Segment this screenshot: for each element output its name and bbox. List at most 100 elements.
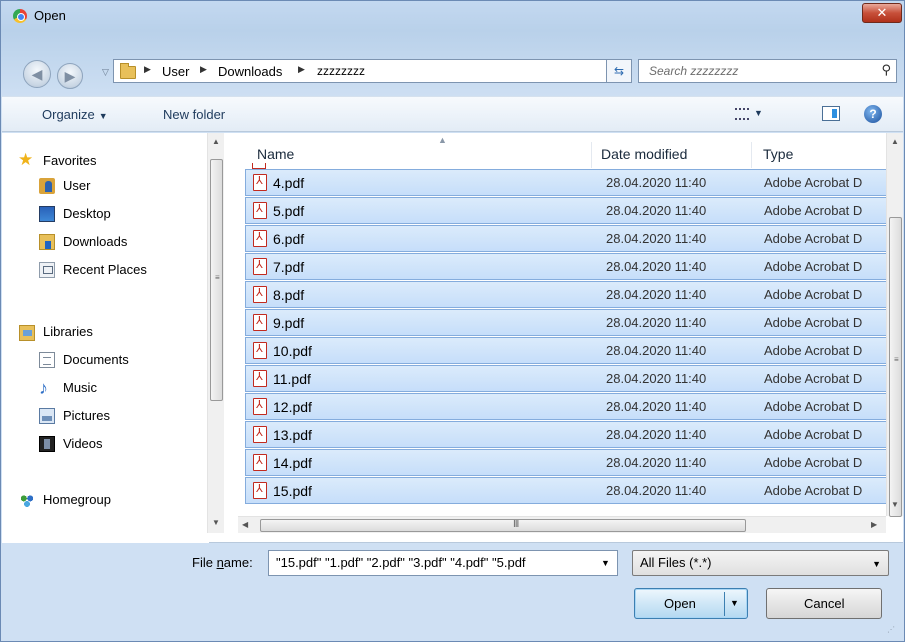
file-row[interactable]: 9.pdf 28.04.2020 11:40 Adobe Acrobat D — [245, 309, 890, 336]
chrome-icon — [13, 9, 27, 23]
nav-item-desktop[interactable]: Desktop — [2, 203, 207, 225]
open-label: Open — [664, 596, 696, 611]
nav-item-favorites[interactable]: ★ Favorites — [2, 150, 207, 172]
pdf-icon — [253, 342, 267, 359]
new-folder-button[interactable]: New folder — [163, 107, 225, 122]
file-list-vertical-scrollbar[interactable]: ▲ ≡ ▼ — [886, 133, 903, 517]
file-row[interactable]: 8.pdf 28.04.2020 11:40 Adobe Acrobat D — [245, 281, 890, 308]
breadcrumb-user[interactable]: User — [162, 64, 189, 79]
nav-scrollbar[interactable]: ▲ ≡ ▼ — [207, 133, 224, 533]
recent-places-icon — [39, 262, 55, 278]
search-icon[interactable]: ⚲ — [881, 62, 891, 78]
pdf-icon — [253, 174, 267, 191]
file-type: Adobe Acrobat D — [764, 427, 863, 442]
breadcrumb-separator[interactable]: ▶ — [298, 64, 305, 75]
view-icon[interactable] — [735, 108, 749, 120]
nav-item-homegroup[interactable]: Homegroup — [2, 489, 207, 511]
file-row[interactable]: 14.pdf 28.04.2020 11:40 Adobe Acrobat D — [245, 449, 890, 476]
nav-item-downloads[interactable]: Downloads — [2, 231, 207, 253]
file-row[interactable]: 11.pdf 28.04.2020 11:40 Adobe Acrobat D — [245, 365, 890, 392]
libraries-icon — [19, 325, 35, 341]
file-name-dropdown-icon[interactable]: ▼ — [601, 558, 610, 568]
scroll-left-icon[interactable]: ◀ — [242, 520, 248, 529]
nav-item-recent-places[interactable]: Recent Places — [2, 259, 207, 281]
file-row[interactable]: 10.pdf 28.04.2020 11:40 Adobe Acrobat D — [245, 337, 890, 364]
column-type[interactable]: Type — [763, 146, 793, 162]
nav-item-videos[interactable]: Videos — [2, 433, 207, 455]
scroll-right-icon[interactable]: ▶ — [871, 520, 877, 529]
file-date-modified: 28.04.2020 11:40 — [606, 483, 707, 498]
close-button[interactable]: ✕ — [862, 3, 902, 23]
preview-pane-icon[interactable] — [822, 106, 840, 121]
refresh-button[interactable]: ⇆ — [606, 59, 632, 83]
file-row[interactable]: 4.pdf 28.04.2020 11:40 Adobe Acrobat D — [245, 169, 890, 196]
breadcrumb-downloads[interactable]: Downloads — [218, 64, 282, 79]
file-type-select[interactable]: All Files (*.*) ▼ — [632, 550, 889, 576]
file-type: Adobe Acrobat D — [764, 287, 863, 302]
recent-locations-dropdown[interactable]: ▽ — [102, 67, 109, 78]
file-row[interactable]: 6.pdf 28.04.2020 11:40 Adobe Acrobat D — [245, 225, 890, 252]
column-date-modified[interactable]: Date modified — [601, 146, 687, 162]
file-list-horizontal-scrollbar[interactable]: ◀ III ▶ — [238, 516, 886, 533]
user-folder-icon — [39, 178, 55, 194]
file-name: 10.pdf — [273, 343, 312, 359]
breadcrumb-separator[interactable]: ▶ — [144, 64, 151, 75]
nav-item-libraries[interactable]: Libraries — [2, 321, 207, 343]
breadcrumb-current-folder[interactable]: zzzzzzzz — [317, 64, 365, 78]
file-name: 5.pdf — [273, 203, 305, 219]
open-button[interactable]: Open ▼ — [634, 588, 748, 619]
navigation-pane: ★ Favorites User Desktop Downloads Recen… — [2, 133, 224, 543]
folder-icon — [120, 63, 136, 79]
nav-label: Libraries — [43, 324, 93, 339]
file-row[interactable]: 15.pdf 28.04.2020 11:40 Adobe Acrobat D — [245, 477, 890, 504]
scroll-thumb[interactable]: ≡ — [210, 159, 223, 401]
view-dropdown-icon[interactable]: ▼ — [754, 108, 763, 118]
scroll-down-icon[interactable]: ▼ — [212, 518, 220, 527]
browser-area: ★ Favorites User Desktop Downloads Recen… — [2, 133, 903, 543]
nav-item-pictures[interactable]: Pictures — [2, 405, 207, 427]
file-date-modified: 28.04.2020 11:40 — [606, 259, 707, 274]
file-type: Adobe Acrobat D — [764, 175, 863, 190]
file-row[interactable]: 12.pdf 28.04.2020 11:40 Adobe Acrobat D — [245, 393, 890, 420]
pdf-icon — [253, 230, 267, 247]
organize-button[interactable]: Organize ▼ — [42, 107, 108, 122]
nav-item-user[interactable]: User — [2, 175, 207, 197]
file-name-label: File name: — [192, 555, 253, 570]
cancel-button[interactable]: Cancel — [766, 588, 882, 619]
open-options-icon[interactable]: ▼ — [730, 598, 739, 608]
column-name[interactable]: Name — [257, 146, 294, 162]
pdf-icon — [253, 454, 267, 471]
scroll-up-icon[interactable]: ▲ — [891, 137, 899, 146]
nav-item-documents[interactable]: Documents — [2, 349, 207, 371]
nav-label: Favorites — [43, 153, 97, 168]
forward-icon: ▶ — [64, 68, 76, 84]
file-row[interactable]: 13.pdf 28.04.2020 11:40 Adobe Acrobat D — [245, 421, 890, 448]
scroll-thumb[interactable]: III — [260, 519, 746, 532]
file-row[interactable]: 7.pdf 28.04.2020 11:40 Adobe Acrobat D — [245, 253, 890, 280]
forward-button[interactable]: ▶ — [57, 63, 83, 89]
file-type: Adobe Acrobat D — [764, 315, 863, 330]
address-bar[interactable]: ▶ User ▶ Downloads ▶ zzzzzzzz ▼ — [113, 59, 632, 83]
file-type: Adobe Acrobat D — [764, 399, 863, 414]
nav-label: Pictures — [63, 408, 110, 423]
scroll-down-icon[interactable]: ▼ — [891, 500, 899, 509]
file-row[interactable]: 5.pdf 28.04.2020 11:40 Adobe Acrobat D — [245, 197, 890, 224]
nav-item-music[interactable]: ♪ Music — [2, 377, 207, 399]
title-bar[interactable]: Open ✕ — [1, 1, 904, 31]
file-type: Adobe Acrobat D — [764, 371, 863, 386]
file-type: Adobe Acrobat D — [764, 259, 863, 274]
organize-label: Organize — [42, 107, 95, 122]
pictures-icon — [39, 408, 55, 424]
resize-grip-icon[interactable]: ⋰ — [887, 625, 895, 634]
help-icon[interactable]: ? — [864, 105, 882, 123]
sort-ascending-icon: ▲ — [438, 135, 447, 145]
file-name: 8.pdf — [273, 287, 305, 303]
file-date-modified: 28.04.2020 11:40 — [606, 203, 707, 218]
breadcrumb-separator[interactable]: ▶ — [200, 64, 207, 75]
scroll-up-icon[interactable]: ▲ — [212, 137, 220, 146]
back-button[interactable]: ◀ — [23, 60, 51, 88]
scroll-thumb[interactable]: ≡ — [889, 217, 902, 517]
file-name-input[interactable]: "15.pdf" "1.pdf" "2.pdf" "3.pdf" "4.pdf"… — [268, 550, 618, 576]
search-input[interactable]: Search zzzzzzzz ⚲ — [638, 59, 897, 83]
label-accelerator: n — [216, 555, 224, 570]
